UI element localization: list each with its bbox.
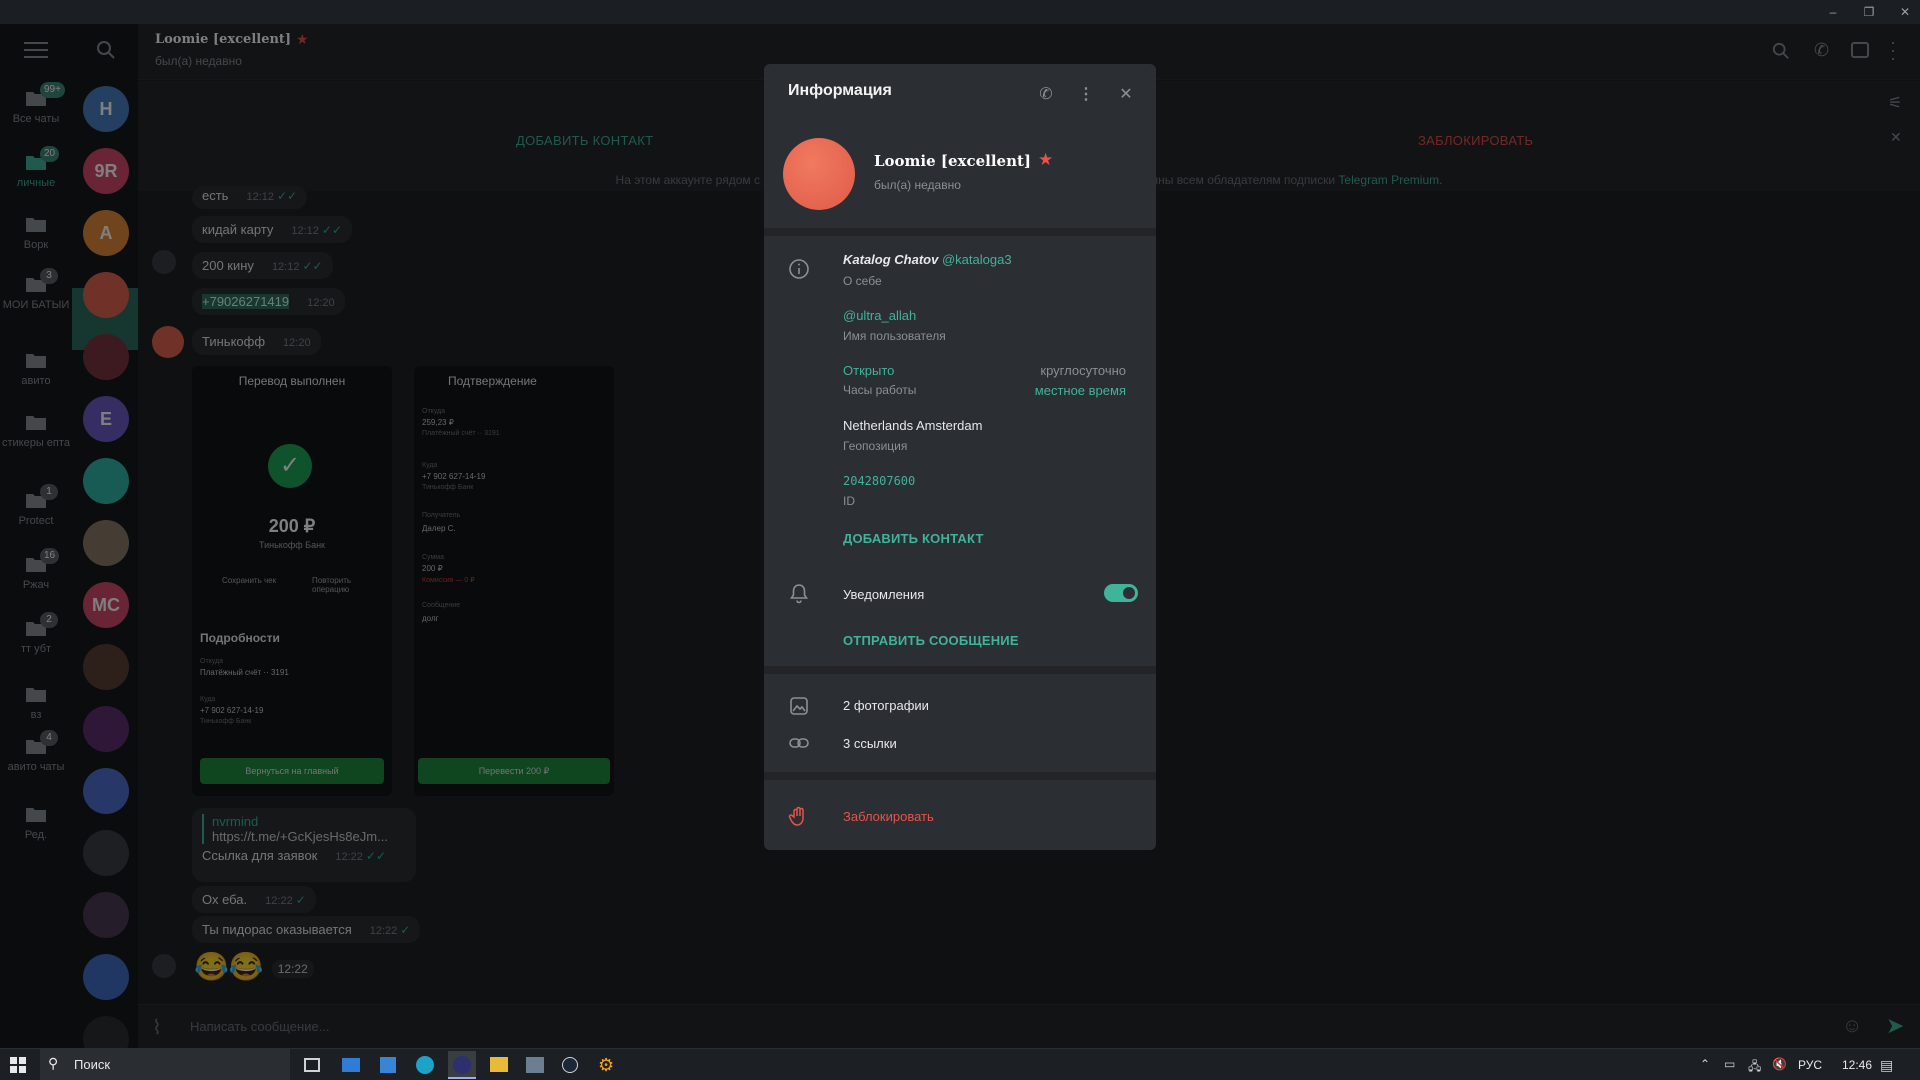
minimize-button[interactable]: – <box>1826 5 1840 19</box>
notifications-label: Уведомления <box>843 587 925 602</box>
close-window-button[interactable]: ✕ <box>1898 5 1912 19</box>
divider <box>764 772 1156 780</box>
notifications-center-icon[interactable]: ▤ <box>1880 1057 1893 1074</box>
bio-text: Katalog Chatov @kataloga3 <box>843 252 1012 267</box>
divider <box>764 228 1156 236</box>
divider <box>764 666 1156 674</box>
telegram-window: – ❐ ✕ 99+Все чаты20личныеВорк3МОИ БАТЫИа… <box>0 0 1920 1080</box>
profile-avatar[interactable] <box>783 138 855 210</box>
photos-app-icon[interactable] <box>526 1057 544 1073</box>
add-contact-button[interactable]: ДОБАВИТЬ КОНТАКТ <box>843 531 984 546</box>
more-icon[interactable]: ⋮ <box>1076 84 1096 104</box>
hours-label: Часы работы <box>843 383 917 397</box>
hours-value: круглосуточно <box>1040 363 1126 378</box>
local-time-link[interactable]: местное время <box>1035 383 1126 398</box>
info-dialog: Информация ✆ ⋮ ✕ Loomie [excellent] ★ бы… <box>764 64 1156 850</box>
bell-icon <box>788 582 810 604</box>
username-link[interactable]: @ultra_allah <box>843 308 916 323</box>
windows-start-icon[interactable] <box>10 1057 26 1073</box>
premium-star-icon: ★ <box>1038 150 1054 169</box>
restore-button[interactable]: ❐ <box>1862 5 1876 19</box>
store-app-icon[interactable] <box>380 1057 396 1073</box>
close-icon[interactable]: ✕ <box>1116 84 1136 104</box>
photos-row[interactable]: 2 фотографии <box>843 698 929 713</box>
profile-name: Loomie [excellent] <box>874 152 1032 170</box>
mail-app-icon[interactable] <box>342 1058 360 1072</box>
block-button[interactable]: Заблокировать <box>843 809 934 824</box>
title-bar: – ❐ ✕ <box>0 0 1920 24</box>
task-view-icon[interactable] <box>304 1058 320 1072</box>
block-hand-icon <box>788 805 810 827</box>
hours-status[interactable]: Открыто <box>843 363 894 378</box>
tray-device-icon[interactable]: ▭ <box>1724 1057 1735 1071</box>
links-row[interactable]: 3 ссылки <box>843 736 897 751</box>
username-label: Имя пользователя <box>843 329 946 343</box>
telegram-app-icon[interactable] <box>448 1051 476 1079</box>
info-icon <box>788 258 810 280</box>
tray-chevron-icon[interactable]: ⌃ <box>1700 1057 1710 1071</box>
explorer-app-icon[interactable] <box>490 1057 508 1072</box>
notifications-toggle[interactable] <box>1104 584 1138 602</box>
network-icon[interactable]: 🖧 <box>1748 1057 1761 1078</box>
taskbar: ⚲ Поиск ⚙ ⌃ ▭ 🖧 🔇 РУС 12:46 ▤ <box>0 1048 1920 1080</box>
location-value[interactable]: Netherlands Amsterdam <box>843 418 982 433</box>
bio-label: О себе <box>843 274 882 288</box>
taskbar-search[interactable]: ⚲ Поиск <box>40 1049 290 1080</box>
dialog-title: Информация <box>788 82 892 99</box>
user-id[interactable]: 2042807600 <box>843 474 915 488</box>
edge-app-icon[interactable] <box>416 1056 434 1074</box>
taskbar-search-label: Поиск <box>74 1057 111 1072</box>
link-icon <box>788 732 810 754</box>
location-label: Геопозиция <box>843 439 908 453</box>
volume-icon[interactable]: 🔇 <box>1772 1057 1787 1071</box>
clock[interactable]: 12:46 <box>1842 1049 1872 1080</box>
id-label: ID <box>843 494 855 508</box>
call-icon[interactable]: ✆ <box>1036 84 1056 104</box>
bio-link[interactable]: @kataloga3 <box>942 252 1012 267</box>
send-message-button[interactable]: ОТПРАВИТЬ СООБЩЕНИЕ <box>843 633 1019 648</box>
photos-icon <box>788 695 810 717</box>
settings-app-icon[interactable]: ⚙ <box>598 1055 614 1076</box>
search-icon: ⚲ <box>48 1055 59 1071</box>
profile-status: был(а) недавно <box>874 178 961 192</box>
language-indicator[interactable]: РУС <box>1798 1049 1822 1080</box>
steam-app-icon[interactable] <box>562 1057 578 1073</box>
